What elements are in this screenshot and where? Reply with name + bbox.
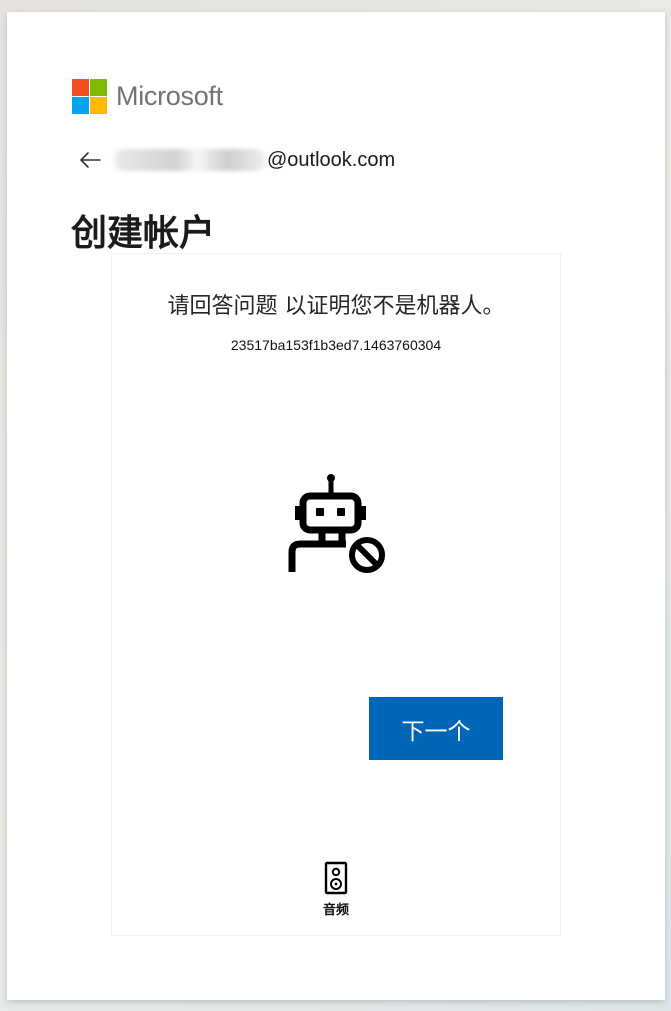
audio-label: 音频 [322,903,349,918]
captcha-challenge-panel: 请回答问题 以证明您不是机器人。 23517ba153f1b3ed7.14637… [111,253,561,936]
audio-challenge-button[interactable]: 音频 [316,861,356,918]
signup-card: Microsoft @outlook.com 创建帐户 请回答问题 以证明您不是… [7,12,665,1000]
email-domain: @outlook.com [267,148,396,171]
robot-blocked-icon [288,474,385,573]
email-redacted [115,149,265,171]
logo-wordmark: Microsoft [116,80,223,111]
page-title: 创建帐户 [71,213,216,254]
speaker-icon [324,861,348,895]
back-arrow-icon[interactable] [77,148,103,172]
account-identity-row: @outlook.com [77,145,395,175]
microsoft-logo-icon [72,78,107,114]
next-button[interactable]: 下一个 [369,697,503,760]
microsoft-logo: Microsoft [72,78,223,114]
challenge-id: 23517ba153f1b3ed7.1463760304 [230,337,442,353]
challenge-question: 请回答问题 以证明您不是机器人。 [167,294,505,319]
